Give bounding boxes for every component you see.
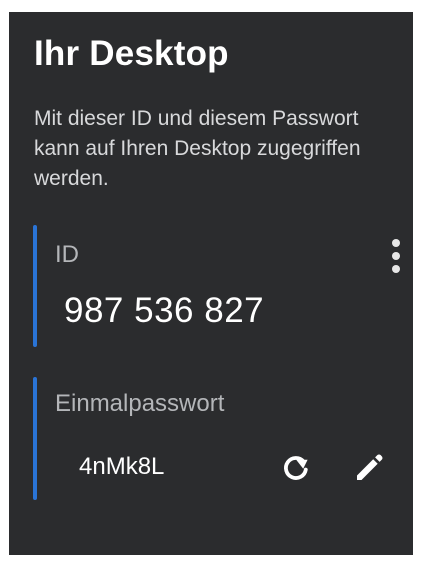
password-section: Einmalpasswort 4nMk8L	[33, 377, 403, 500]
panel-title: Ihr Desktop	[34, 34, 229, 73]
pencil-icon[interactable]	[353, 451, 385, 483]
panel-description: Mit dieser ID und diesem Passwort kann a…	[34, 107, 361, 190]
desktop-panel: Ihr Desktop Mit dieser ID und diesem Pas…	[9, 12, 413, 555]
id-accent-bar	[33, 225, 37, 347]
more-vertical-icon[interactable]	[389, 239, 403, 277]
refresh-icon[interactable]	[280, 451, 312, 483]
id-value: 987 536 827	[64, 291, 265, 330]
id-section: ID 987 536 827	[33, 225, 403, 347]
id-label: ID	[55, 241, 79, 268]
password-accent-bar	[33, 377, 37, 500]
password-label: Einmalpasswort	[55, 390, 225, 417]
password-value: 4nMk8L	[79, 453, 165, 480]
